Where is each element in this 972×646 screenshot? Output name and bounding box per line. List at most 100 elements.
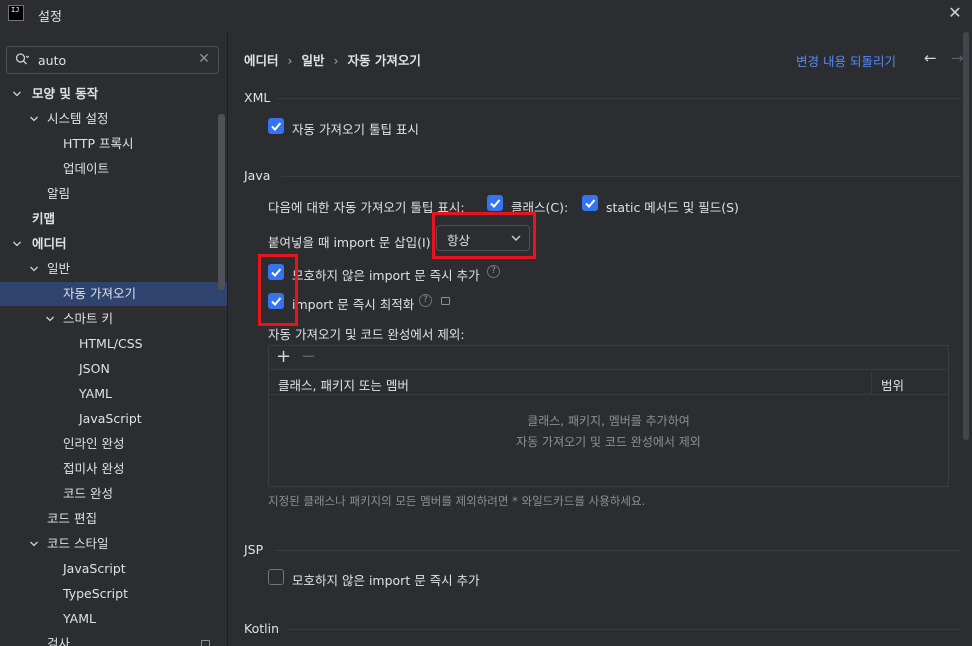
check-icon bbox=[271, 122, 282, 131]
table-toolbar: + − bbox=[269, 346, 948, 370]
revert-changes-link[interactable]: 변경 내용 되돌리기 bbox=[796, 51, 896, 70]
window-icon[interactable] bbox=[441, 297, 450, 305]
wildcard-hint: 지정된 클래스나 패키지의 모든 멤버를 제외하려면 * 와일드카드를 사용하세… bbox=[268, 494, 646, 508]
search-icon bbox=[15, 53, 29, 65]
section-title-kotlin: Kotlin bbox=[244, 621, 279, 636]
tree-item-label: YAML bbox=[79, 386, 112, 401]
table-empty-text: 클래스, 패키지, 멤버를 추가하여 bbox=[527, 414, 690, 428]
column-header-member[interactable]: 클래스, 패키지 또는 멤버 bbox=[278, 375, 409, 394]
remove-icon[interactable]: − bbox=[301, 347, 316, 367]
chevron-down-icon[interactable] bbox=[29, 264, 39, 274]
chevron-down-icon[interactable] bbox=[12, 89, 22, 99]
tree-item[interactable]: JSON bbox=[0, 357, 227, 381]
tree-item[interactable]: TypeScript bbox=[0, 582, 227, 606]
breadcrumb-item: 에디터 bbox=[244, 53, 279, 68]
breadcrumb: 에디터 › 일반 › 자동 가져오기 bbox=[244, 53, 421, 68]
chevron-down-icon[interactable] bbox=[45, 314, 55, 324]
tree-item[interactable]: HTTP 프록시 bbox=[0, 132, 227, 156]
tree-item-label: 시스템 설정 bbox=[47, 111, 109, 126]
tree-item-label: 일반 bbox=[47, 261, 71, 276]
section-title-java: Java bbox=[244, 168, 271, 183]
forward-arrow-icon[interactable]: → bbox=[951, 49, 964, 67]
help-icon[interactable]: ? bbox=[487, 265, 500, 278]
tree-item-label: 모양 및 동작 bbox=[32, 86, 99, 101]
highlight-box-checkboxes bbox=[258, 254, 298, 326]
tree-item[interactable]: YAML bbox=[0, 382, 227, 406]
tree-item-label: 자동 가져오기 bbox=[63, 286, 136, 301]
tree-item-label: 키맵 bbox=[32, 211, 56, 226]
table-empty-text: 자동 가져오기 및 코드 완성에서 제외 bbox=[516, 435, 701, 449]
jsp-add-unambiguous-label: 모호하지 않은 import 문 즉시 추가 bbox=[292, 573, 480, 588]
java-optimize-imports-label: import 문 즉시 최적화 bbox=[292, 297, 415, 312]
section-divider bbox=[281, 176, 961, 177]
xml-show-popup-label: 자동 가져오기 툴팁 표시 bbox=[292, 122, 419, 137]
column-divider bbox=[871, 371, 872, 395]
chevron-down-icon[interactable] bbox=[29, 539, 39, 549]
settings-content: 에디터 › 일반 › 자동 가져오기 변경 내용 되돌리기 ← → XML 자동 가져오… bbox=[229, 32, 972, 646]
tree-item[interactable]: 일반 bbox=[0, 257, 227, 281]
tree-item[interactable]: 키맵 bbox=[0, 207, 227, 231]
tree-item[interactable]: 접미사 완성 bbox=[0, 457, 227, 481]
check-icon bbox=[490, 199, 501, 208]
tree-item[interactable]: 코드 편집 bbox=[0, 507, 227, 531]
exclude-label: 자동 가져오기 및 코드 완성에서 제외: bbox=[268, 327, 465, 342]
tree-item-label: TypeScript bbox=[63, 586, 128, 601]
window-icon bbox=[201, 640, 210, 646]
tree-item[interactable]: 시스템 설정 bbox=[0, 107, 227, 131]
settings-sidebar: ✕ 모양 및 동작시스템 설정 HTTP 프록시업데이트알림키맵에디터일반자동 가… bbox=[0, 32, 228, 646]
tree-item[interactable]: 검사 bbox=[0, 632, 227, 646]
tree-item[interactable]: 자동 가져오기 bbox=[0, 282, 227, 306]
tree-item[interactable]: 모양 및 동작 bbox=[0, 82, 227, 106]
back-arrow-icon[interactable]: ← bbox=[924, 49, 937, 67]
tree-item[interactable]: JavaScript bbox=[0, 407, 227, 431]
title-bar: IJ 설정 ✕ bbox=[0, 0, 972, 32]
tree-item[interactable]: HTML/CSS bbox=[0, 332, 227, 356]
tree-item-label: JSON bbox=[79, 361, 110, 376]
section-title-jsp: JSP bbox=[244, 542, 264, 557]
column-header-scope[interactable]: 범위 bbox=[881, 375, 904, 394]
tree-item-label: 코드 스타일 bbox=[47, 536, 109, 551]
exclude-table: + − 클래스, 패키지 또는 멤버 범위 클래스, 패키지, 멤버를 추가하여… bbox=[268, 345, 949, 487]
tree-item-label: 업데이트 bbox=[63, 161, 110, 176]
settings-search-box[interactable]: ✕ bbox=[6, 46, 219, 74]
content-scrollbar[interactable] bbox=[963, 32, 969, 440]
tree-item[interactable]: 코드 스타일 bbox=[0, 532, 227, 556]
tree-item-label: 코드 완성 bbox=[63, 486, 113, 501]
jsp-add-unambiguous-checkbox[interactable] bbox=[268, 569, 284, 585]
breadcrumb-item: 자동 가져오기 bbox=[347, 53, 421, 68]
tree-item[interactable]: YAML bbox=[0, 607, 227, 631]
clear-search-icon[interactable]: ✕ bbox=[196, 51, 212, 67]
tree-item[interactable]: 에디터 bbox=[0, 232, 227, 256]
tree-item[interactable]: 업데이트 bbox=[0, 157, 227, 181]
chevron-down-icon[interactable] bbox=[29, 114, 39, 124]
breadcrumb-item: 일반 bbox=[301, 53, 325, 68]
table-header: 클래스, 패키지 또는 멤버 범위 bbox=[269, 371, 948, 395]
close-icon[interactable]: ✕ bbox=[946, 4, 964, 22]
java-static-checkbox[interactable] bbox=[582, 195, 598, 211]
sidebar-scrollbar[interactable] bbox=[218, 114, 225, 290]
insert-on-paste-label: 붙여넣을 때 import 문 삽입(I): bbox=[268, 235, 435, 250]
java-add-unambiguous-label: 모호하지 않은 import 문 즉시 추가 bbox=[292, 268, 480, 283]
chevron-down-icon[interactable] bbox=[12, 239, 22, 249]
tree-item[interactable]: JavaScript bbox=[0, 557, 227, 581]
window-title: 설정 bbox=[38, 10, 62, 25]
search-input[interactable] bbox=[38, 51, 193, 69]
xml-show-popup-checkbox[interactable] bbox=[268, 118, 284, 134]
tree-item-label: 코드 편집 bbox=[47, 511, 97, 526]
java-classes-checkbox[interactable] bbox=[487, 195, 503, 211]
intellij-app-icon: IJ bbox=[8, 5, 24, 21]
tree-item[interactable]: 인라인 완성 bbox=[0, 432, 227, 456]
tree-item-label: 접미사 완성 bbox=[63, 461, 125, 476]
tree-item-label: YAML bbox=[63, 611, 96, 626]
check-icon bbox=[585, 199, 596, 208]
help-icon[interactable]: ? bbox=[419, 294, 432, 307]
tree-item-label: 스마트 키 bbox=[63, 311, 113, 326]
add-icon[interactable]: + bbox=[276, 347, 291, 367]
highlight-box-dropdown bbox=[432, 212, 536, 259]
tree-item[interactable]: 스마트 키 bbox=[0, 307, 227, 331]
tree-item[interactable]: 알림 bbox=[0, 182, 227, 206]
tree-item[interactable]: 코드 완성 bbox=[0, 482, 227, 506]
section-title-xml: XML bbox=[244, 90, 271, 105]
tree-item-label: HTTP 프록시 bbox=[63, 136, 134, 151]
section-divider bbox=[287, 629, 961, 630]
